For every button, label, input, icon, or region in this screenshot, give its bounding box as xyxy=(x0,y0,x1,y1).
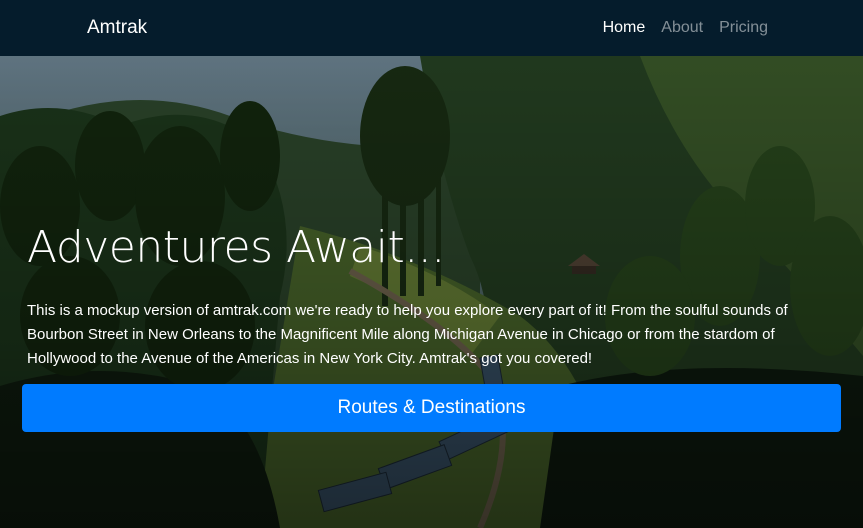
routes-destinations-button[interactable]: Routes & Destinations xyxy=(22,384,841,432)
hero-background-image xyxy=(0,56,863,528)
brand-link[interactable]: Amtrak xyxy=(87,17,147,39)
navbar: Amtrak Home About Pricing xyxy=(0,0,863,56)
hero-headline: Adventures Await... xyxy=(27,222,445,273)
nav-link-pricing[interactable]: Pricing xyxy=(719,19,768,37)
nav-link-home[interactable]: Home xyxy=(603,19,646,37)
nav-links: Home About Pricing xyxy=(603,19,768,37)
nav-link-about[interactable]: About xyxy=(661,19,703,37)
hero-section: Adventures Await... This is a mockup ver… xyxy=(0,56,863,528)
hero-lead-text: This is a mockup version of amtrak.com w… xyxy=(27,302,788,367)
